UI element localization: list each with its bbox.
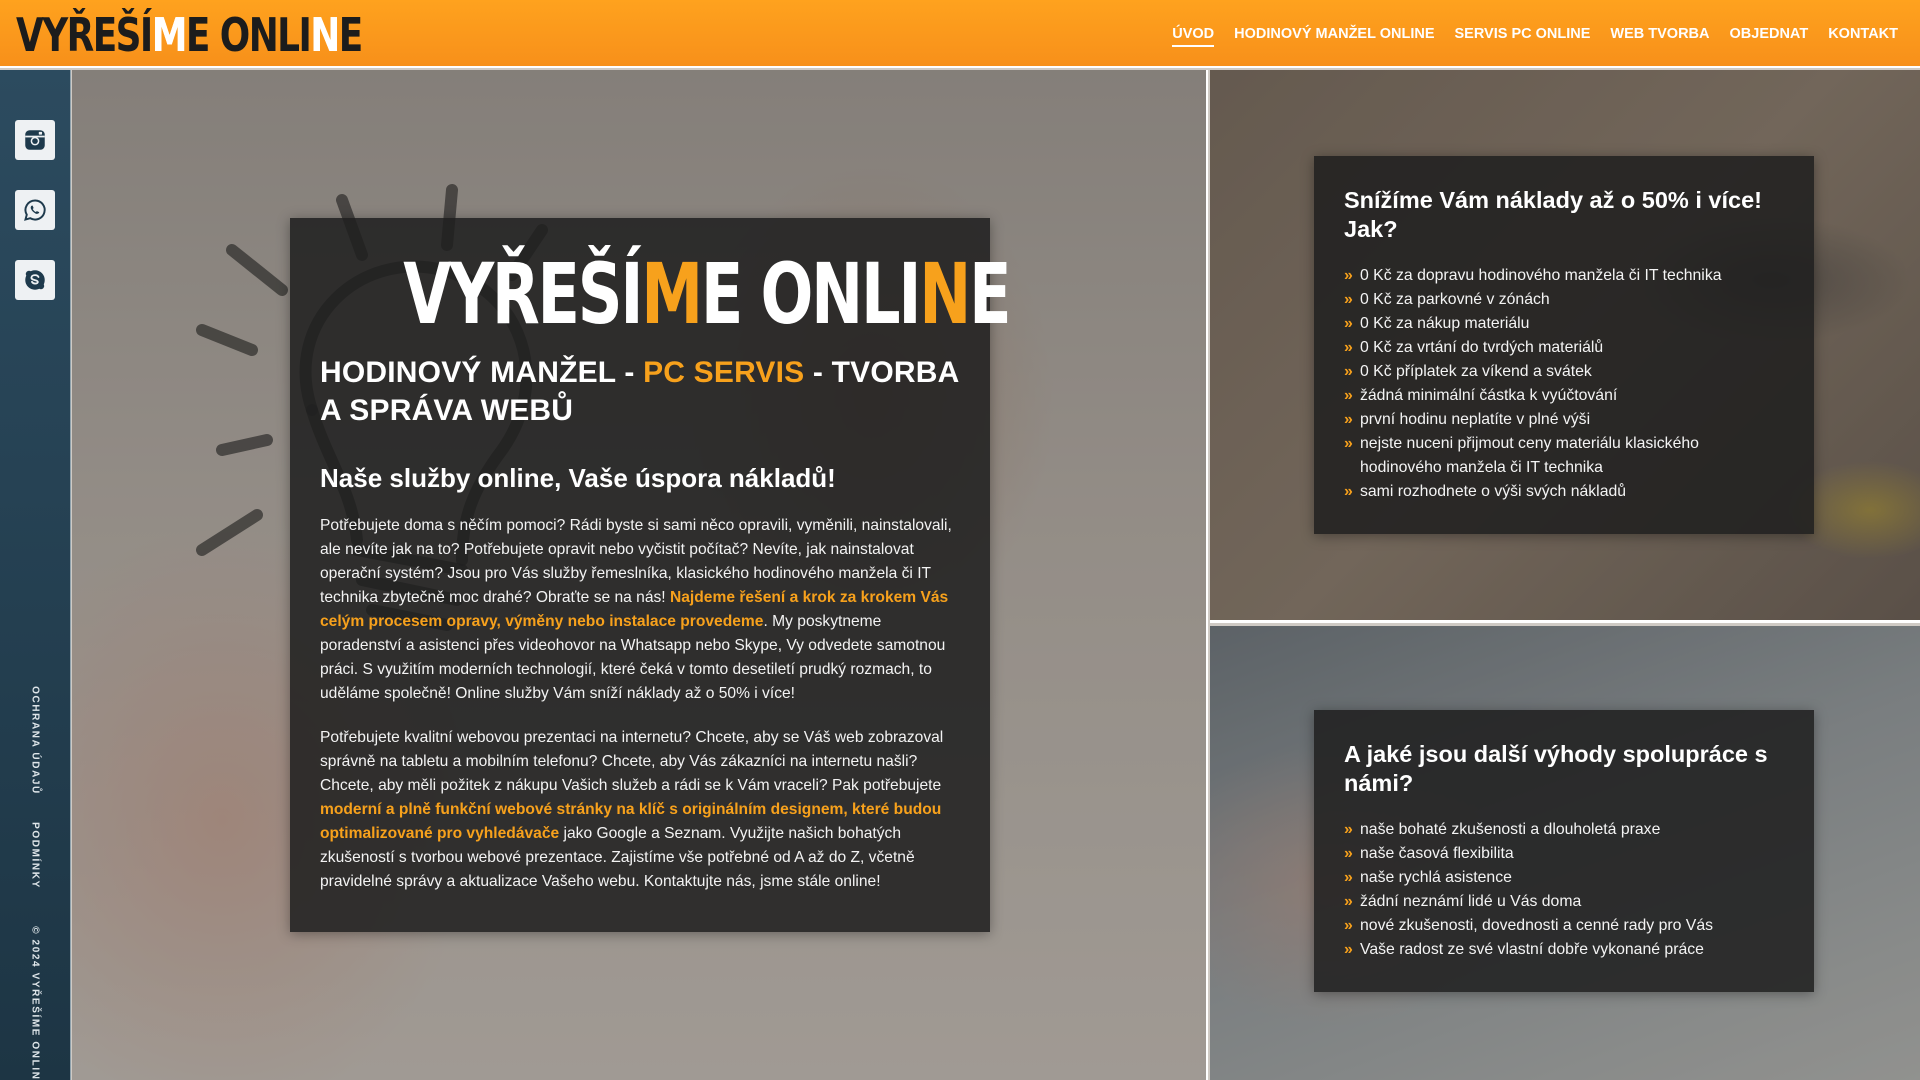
logo-text-highlight: N: [919, 245, 971, 343]
savings-card: Snížíme Vám náklady až o 50% i více! Jak…: [1314, 156, 1814, 534]
list-item: žádní neznámí lidé u Vás doma: [1344, 890, 1784, 914]
list-item: nové zkušenosti, dovednosti a cenné rady…: [1344, 914, 1784, 938]
advantages-card: A jaké jsou další výhody spolupráce s ná…: [1314, 710, 1814, 992]
instagram-button[interactable]: [15, 120, 55, 160]
nav-objednat[interactable]: OBJEDNAT: [1730, 22, 1809, 46]
list-item: 0 Kč za dopravu hodinového manžela či IT…: [1344, 264, 1784, 288]
advantages-title: A jaké jsou další výhody spolupráce s ná…: [1344, 741, 1768, 796]
list-item: Vaše radost ze své vlastní dobře vykonan…: [1344, 938, 1784, 962]
logo-text-highlight: N: [310, 8, 340, 62]
logo-text-part: VYŘEŠÍ: [16, 8, 153, 62]
nav-kontakt[interactable]: KONTAKT: [1828, 22, 1898, 46]
site-logo[interactable]: VYŘEŠÍ M E ONLI N E: [16, 8, 364, 62]
terms-link[interactable]: PODMÍNKY: [30, 822, 41, 889]
nav-servis-pc[interactable]: SERVIS PC ONLINE: [1455, 22, 1591, 46]
nav-uvod[interactable]: ÚVOD: [1172, 22, 1215, 47]
paragraph-text: Potřebujete kvalitní webovou prezentaci …: [320, 729, 944, 794]
intro-card: VYŘEŠÍME ONLINE HODINOVÝ MANŽEL - PC SER…: [290, 218, 1012, 932]
logo-text-part: VYŘEŠÍ: [403, 245, 643, 343]
list-item: nejste nuceni přijmout ceny materiálu kl…: [1344, 432, 1784, 480]
list-item: naše časová flexibilita: [1344, 842, 1784, 866]
list-item: naše bohaté zkušenosti a dlouholetá prax…: [1344, 818, 1784, 842]
whatsapp-icon: [24, 199, 46, 221]
copyright-text: © 2024 VYŘEŠÍME ONLINE: [29, 926, 41, 1080]
skype-icon: [25, 270, 45, 290]
list-item: sami rozhodnete o výši svých nákladů: [1344, 480, 1784, 504]
logo-text-part: E ONLI: [700, 245, 922, 343]
logo-text-part: E: [969, 245, 1011, 343]
list-item: 0 Kč příplatek za víkend a svátek: [1344, 360, 1784, 384]
main-nav: ÚVOD HODINOVÝ MANŽEL ONLINE SERVIS PC ON…: [1172, 0, 1898, 68]
hero-panel: VYŘEŠÍME ONLINE HODINOVÝ MANŽEL - PC SER…: [72, 70, 1208, 1080]
list-item: 0 Kč za vrtání do tvrdých materiálů: [1344, 336, 1784, 360]
headline-highlight: PC SERVIS: [643, 356, 805, 389]
skype-button[interactable]: [15, 260, 55, 300]
list-item: žádná minimální částka k vyúčtování: [1344, 384, 1784, 408]
headline-part: HODINOVÝ MANŽEL -: [320, 356, 644, 389]
intro-paragraph-1: Potřebujete doma s něčím pomoci? Rádi by…: [320, 514, 960, 706]
logo-text-highlight: M: [151, 8, 188, 62]
list-item: naše rychlá asistence: [1344, 866, 1784, 890]
services-headline: HODINOVÝ MANŽEL - PC SERVIS - TVORBA A S…: [320, 354, 960, 430]
savings-title: Snížíme Vám náklady až o 50% i více! Jak…: [1344, 187, 1762, 242]
savings-list: 0 Kč za dopravu hodinového manžela či IT…: [1344, 264, 1784, 504]
list-item: 0 Kč za parkovné v zónách: [1344, 288, 1784, 312]
savings-panel: Snížíme Vám náklady až o 50% i více! Jak…: [1210, 70, 1920, 623]
whatsapp-button[interactable]: [15, 190, 55, 230]
site-header: VYŘEŠÍ M E ONLI N E ÚVOD HODINOVÝ MANŽEL ONL…: [0, 0, 1920, 68]
logo-text-part: E: [338, 8, 364, 62]
left-sidebar: OCHRANA ÚDAJŮ PODMÍNKY © 2024 VYŘEŠÍME O…: [0, 70, 71, 1080]
list-item: první hodinu neplatíte v plné výši: [1344, 408, 1784, 432]
services-subheadline: Naše služby online, Vaše úspora nákladů!: [320, 463, 836, 493]
list-item: 0 Kč za nákup materiálu: [1344, 312, 1784, 336]
nav-hodinovy-manzel[interactable]: HODINOVÝ MANŽEL ONLINE: [1234, 22, 1434, 46]
instagram-icon: [25, 130, 45, 150]
advantages-list: naše bohaté zkušenosti a dlouholetá prax…: [1344, 818, 1784, 962]
logo-text-highlight: M: [641, 245, 703, 343]
advantages-panel: A jaké jsou další výhody spolupráce s ná…: [1210, 626, 1920, 1080]
logo-text-part: E ONLI: [185, 8, 312, 62]
intro-paragraph-2: Potřebujete kvalitní webovou prezentaci …: [320, 726, 960, 894]
card-logo: VYŘEŠÍME ONLINE: [403, 245, 1011, 343]
privacy-link[interactable]: OCHRANA ÚDAJŮ: [30, 686, 41, 795]
nav-web-tvorba[interactable]: WEB TVORBA: [1610, 22, 1709, 46]
